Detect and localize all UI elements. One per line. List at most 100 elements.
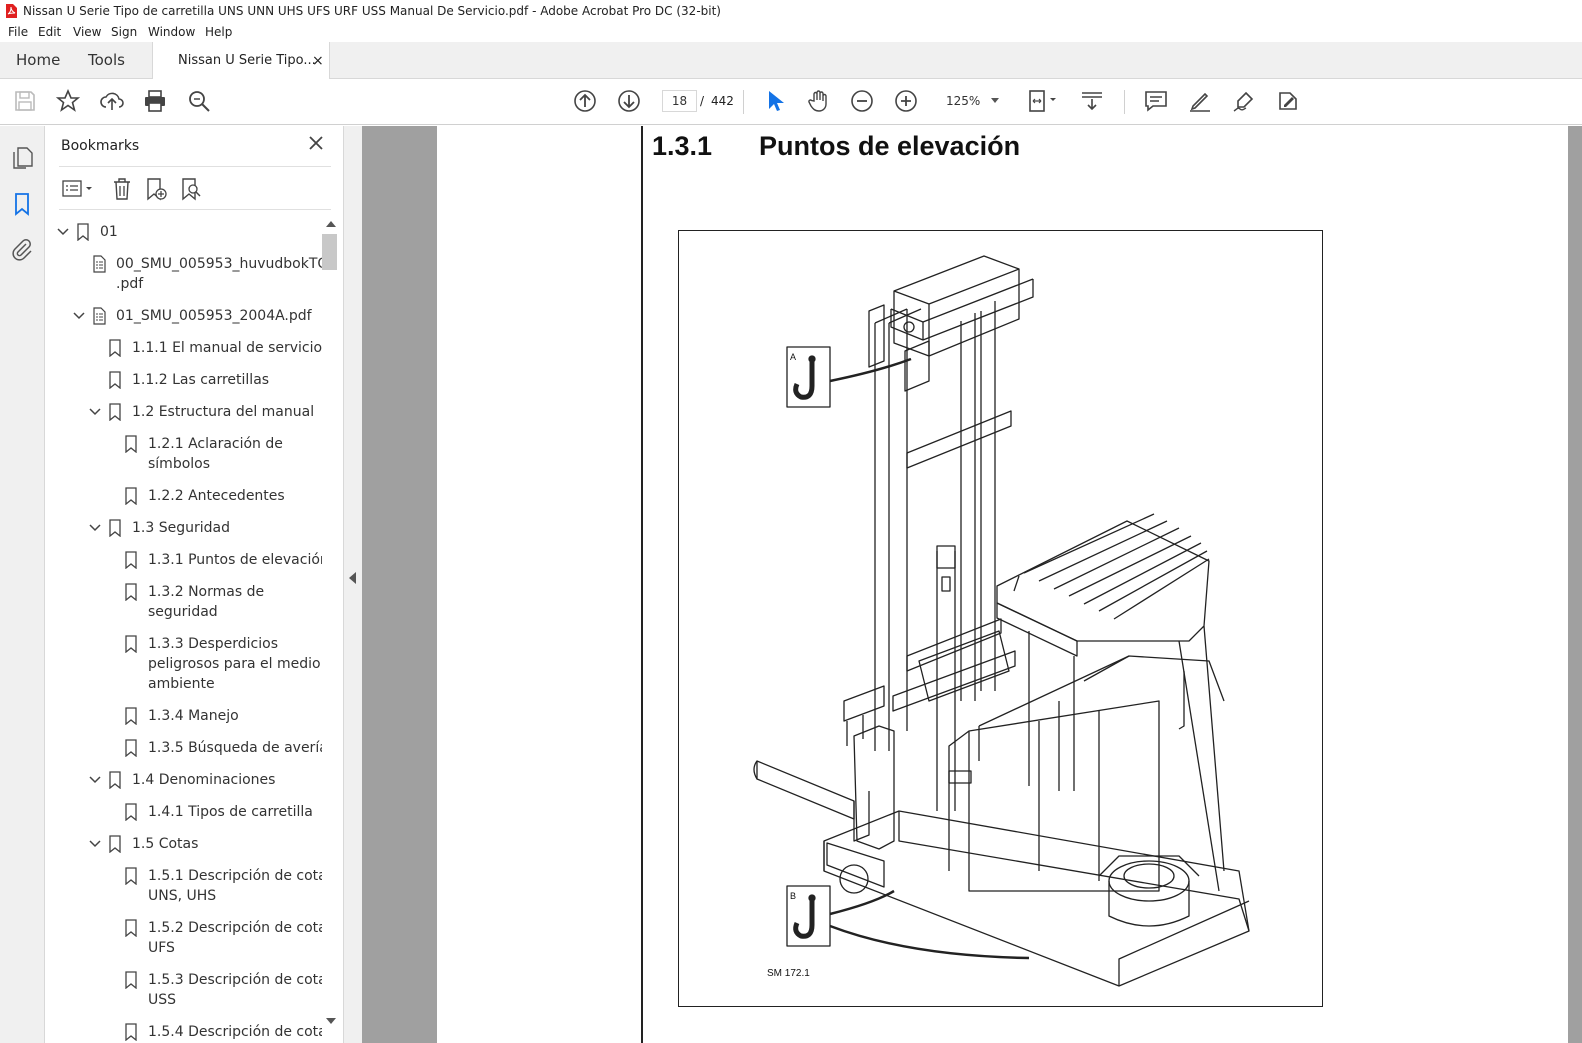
save-icon[interactable] [13,89,37,113]
zoom-select[interactable]: 125% [937,90,1005,112]
scroll-thumb[interactable] [322,234,337,270]
tab-home[interactable]: Home [16,42,60,79]
bookmark-search-icon[interactable] [179,177,203,201]
bookmark-item[interactable]: 01_SMU_005953_2004A.pdf [45,306,322,326]
scroll-up-icon[interactable] [326,221,336,227]
chevron-down-icon[interactable] [89,406,101,418]
zoom-in-icon[interactable] [894,89,918,113]
bookmark-label: 1.1.2 Las carretillas [132,370,322,390]
bookmark-item[interactable]: 1.3.3 Desperdicios peligrosos para el med… [45,634,322,694]
bookmark-item[interactable]: 1.2.1 Aclaración de símbolos [45,434,322,474]
bookmark-label-line: UFS [148,940,175,956]
sign-icon[interactable] [1232,89,1256,113]
menu-sign[interactable]: Sign [111,22,137,42]
document-outline-icon [93,307,106,325]
bookmark-item[interactable]: 1.3.5 Búsqueda de averías [45,738,322,758]
options-icon[interactable] [61,177,95,201]
bookmark-item[interactable]: 01 [45,222,322,242]
chevron-down-icon[interactable] [89,838,101,850]
bookmark-item[interactable]: 1.2 Estructura del manual [45,402,322,422]
bookmark-tree: 01 00_SMU_005953_huvudbokTOC .pdf 01_SMU_00… [45,218,322,1043]
bookmark-item[interactable]: 1.5.1 Descripción de cotas UNS, UHS [45,866,322,906]
document-viewer[interactable]: 1.3.1 Puntos de elevación A B SM 172.1 [362,126,1582,1043]
select-cursor-icon[interactable] [763,89,787,113]
bookmark-item[interactable]: 1.1.1 El manual de servicio [45,338,322,358]
tab-tools[interactable]: Tools [88,42,125,79]
print-icon[interactable] [143,89,167,113]
bookmark-label: 01 [100,222,322,242]
bookmark-icon [77,223,89,241]
chevron-down-icon[interactable] [89,774,101,786]
panel-collapse-handle[interactable] [343,126,362,1043]
close-tab-icon[interactable]: × [312,42,324,80]
bookmark-label-line: símbolos [148,456,211,472]
chevron-down-icon[interactable] [89,522,101,534]
bookmark-item[interactable]: 1.3 Seguridad [45,518,322,538]
hook-label-b: B [790,891,797,901]
bookmark-label: 1.3.3 Desperdicios peligrosos para el med… [148,634,322,694]
search-zoom-icon[interactable] [187,89,211,113]
chevron-down-icon[interactable] [57,226,69,238]
bookmark-item[interactable]: 1.5.3 Descripción de cotas USS [45,970,322,1010]
upload-icon[interactable] [100,89,124,113]
bookmark-item[interactable]: 1.1.2 Las carretillas [45,370,322,390]
bookmark-label: 1.5.4 Descripción de cotasURF [148,1022,322,1043]
bookmark-icon [125,803,137,821]
bookmark-item[interactable]: 1.3.2 Normas de seguridad [45,582,322,622]
tab-document[interactable]: Nissan U Serie Tipo... × [152,42,330,80]
bookmarks-toolbar [59,166,331,210]
bookmark-item[interactable]: 1.4 Denominaciones [45,770,322,790]
bookmark-item[interactable]: 1.5.4 Descripción de cotasURF [45,1022,322,1043]
bookmark-label-line: ambiente [148,676,215,692]
new-bookmark-icon[interactable] [144,177,168,201]
bookmark-label-line: .pdf [116,276,144,292]
bookmark-label-line: 1.3.4 Manejo [148,708,239,724]
star-icon[interactable] [56,89,80,113]
more-tools-icon[interactable] [1276,89,1300,113]
bookmark-label-line: 1.1.2 Las carretillas [132,372,270,388]
page-down-icon[interactable] [617,89,641,113]
page-up-icon[interactable] [573,89,597,113]
bookmark-label-line: 01_SMU_005953_2004A.pdf [116,308,312,324]
hook-label-a: A [790,352,797,362]
bookmark-item[interactable]: 1.5.2 Descripción de cotas UFS [45,918,322,958]
scroll-down-icon[interactable] [326,1018,336,1024]
bookmark-label-line: peligrosos para el medio [148,656,321,672]
delete-bookmark-icon[interactable] [110,177,134,201]
bookmark-item[interactable]: 1.3.1 Puntos de elevación [45,550,322,570]
close-icon[interactable] [307,134,325,152]
bookmark-item[interactable]: 1.2.2 Antecedentes [45,486,322,506]
page-fit-icon[interactable] [1028,89,1060,113]
bookmark-item[interactable]: 00_SMU_005953_huvudbokTOC .pdf [45,254,322,294]
attachments-icon[interactable] [10,238,34,262]
menu-edit[interactable]: Edit [38,22,61,42]
bookmark-item[interactable]: 1.4.1 Tipos de carretilla [45,802,322,822]
bookmark-icon [109,835,121,853]
bookmark-label-line: USS [148,992,177,1008]
bookmark-label-line: 00_SMU_005953_huvudbokTOC [116,256,322,272]
bookmark-item[interactable]: 1.5 Cotas [45,834,322,854]
menu-window[interactable]: Window [148,22,195,42]
bookmarks-scrollbar[interactable] [322,218,339,1030]
section-title: Puntos de elevación [759,131,1021,161]
chevron-down-icon[interactable] [73,310,85,322]
comment-icon[interactable] [1144,89,1168,113]
page-number-input[interactable]: 18 [662,90,697,112]
bookmark-label: 1.3.1 Puntos de elevación [148,550,322,570]
highlight-icon[interactable] [1188,89,1212,113]
page-total: 442 [711,94,734,108]
toolbar-divider [743,90,744,114]
menu-help[interactable]: Help [205,22,232,42]
bookmarks-icon[interactable] [10,192,34,216]
menu-view[interactable]: View [73,22,101,42]
hand-icon[interactable] [807,89,831,113]
pages-icon[interactable] [10,146,34,170]
zoom-out-icon[interactable] [850,89,874,113]
tab-bar: Home Tools Nissan U Serie Tipo... × [0,42,1582,80]
scroll-mode-icon[interactable] [1080,89,1104,113]
panel-title: Bookmarks [61,138,140,154]
bookmark-icon [125,739,137,757]
bookmark-item[interactable]: 1.3.4 Manejo [45,706,322,726]
bookmark-label-line: 1.5.1 Descripción de cotas [148,868,322,884]
menu-file[interactable]: File [8,22,28,42]
